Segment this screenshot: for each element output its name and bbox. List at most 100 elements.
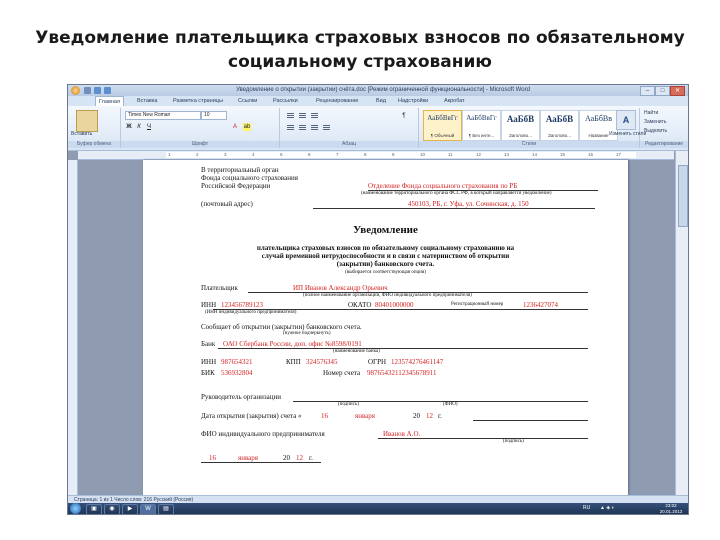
select-button[interactable]: Выделить [644,128,667,135]
ruler-tick: 10 [420,152,426,157]
style-no-spacing[interactable]: АаБбВвГг ¶ Без инте... [462,110,501,141]
ogrn-label: ОГРН [368,358,387,366]
numbering-icon[interactable] [298,112,307,120]
font-group: Times New Roman 10 Ж К Ч A ab Шрифт [121,108,280,148]
vertical-scrollbar[interactable] [675,151,688,495]
clipboard-group: Вставить Буфер обмена [68,108,121,148]
ruler-tick: 13 [504,152,510,157]
addr-value: Отделение Фонда социального страхования … [368,182,518,190]
style-normal[interactable]: АаБбВвГг ¶ Обычный [423,110,462,141]
sign-suffix: г. [309,454,313,462]
find-button[interactable]: Найти [644,110,658,117]
horizontal-ruler[interactable]: 1 2 3 4 5 6 7 8 9 10 11 12 13 14 15 16 1… [78,151,674,160]
ruler-text-area [166,152,636,158]
editing-group-label: Редактирование [640,141,688,148]
maximize-button[interactable]: □ [655,86,670,96]
tray-icons[interactable]: ▲ ◈ ◐ [600,503,615,514]
ruler-tick: 1 [168,152,171,157]
payer-label: Плательщик [201,284,238,292]
head-label: Руководитель организации [201,393,281,401]
start-button-icon[interactable] [70,503,81,514]
replace-button[interactable]: Заменить [644,119,666,126]
fio-label: ФИО индивидуального предпринимателя [201,430,325,438]
save-icon[interactable] [84,87,91,94]
paragraph-group-label: Абзац [280,141,418,148]
underline-button[interactable]: Ч [145,123,153,131]
payer-caption: (полное наименование организации, ФИО ин… [303,293,472,298]
account-value: 98765432112345678911 [367,369,437,377]
ruler-tick: 8 [364,152,367,157]
sign-month: января [238,454,259,462]
tab-addins[interactable]: Надстройки [398,96,428,106]
browser-icon[interactable]: ◉ [104,504,120,514]
ruler-tick: 5 [280,152,283,157]
tab-review[interactable]: Рецензирование [316,96,358,106]
postal-label: (почтовый адрес) [201,200,253,208]
change-styles-icon[interactable]: A [616,110,636,130]
explorer-icon[interactable]: ▣ [86,504,102,514]
undo-icon[interactable] [94,87,101,94]
addr-caption: (наименование территориального органа ФС… [361,191,552,196]
font-size-select[interactable]: 10 [201,111,227,120]
bullets-icon[interactable] [286,112,295,120]
sign-year: 12 [296,454,303,462]
keyboard-language[interactable]: RU [583,503,590,514]
style-heading-1[interactable]: АаБбВ Заголово... [501,110,540,141]
word-taskbar-icon[interactable]: W [140,504,156,514]
align-right-icon[interactable] [310,124,319,132]
style-name: ¶ Без инте... [468,133,495,138]
ruler-tick: 9 [392,152,395,157]
ruler-tick: 6 [308,152,311,157]
slide-title: Уведомление плательщика страховых взносо… [20,26,700,74]
italic-button[interactable]: К [135,123,143,131]
style-preview: АаБбВ [545,114,574,124]
multilevel-list-icon[interactable] [310,112,319,120]
inn-label: ИНН [201,301,217,309]
date-year-prefix: 20 [413,412,420,420]
office-button-icon[interactable] [71,86,80,95]
ruler-tick: 4 [252,152,255,157]
font-group-label: Шрифт [121,141,279,148]
bank-caption: (наименование банка) [333,349,380,354]
slide-title-line-2: социальному страхованию [228,52,492,72]
date-label: Дата открытия (закрытия) счета « [201,412,302,420]
tab-page-layout[interactable]: Разметка страницы [173,96,223,106]
date-month: января [355,412,376,420]
document-page[interactable]: В территориальный орган Фонда социальног… [143,160,628,495]
styles-group-label: Стили [419,141,639,148]
tab-references[interactable]: Ссылки [238,96,257,106]
tab-insert[interactable]: Вставка [137,96,157,106]
align-center-icon[interactable] [298,124,307,132]
head-caption-sign: (подпись) [338,402,359,407]
fio-value: Иванов А.О. [383,430,421,438]
kpp-value: 324576345 [306,358,338,366]
paste-icon[interactable] [76,110,98,132]
heading-line-3: (закрытии) банковского счета. [336,260,435,268]
paste-button-label[interactable]: Вставить [71,131,92,138]
tab-home[interactable]: Главная [95,96,124,106]
account-label: Номер счета [323,369,361,377]
highlight-icon[interactable]: ab [243,123,251,131]
pilcrow-icon[interactable]: ¶ [400,112,408,120]
style-heading-2[interactable]: АаБбВ Заголово... [540,110,579,141]
bold-button[interactable]: Ж [125,123,133,131]
sign-day: 16 [209,454,216,462]
tab-view[interactable]: Вид [376,96,386,106]
media-player-icon[interactable]: ▶ [122,504,138,514]
tab-acrobat[interactable]: Акробат [444,96,465,106]
justify-icon[interactable] [322,124,331,132]
scrollbar-thumb[interactable] [678,165,688,227]
ogrn-value: 123574276461147 [391,358,444,366]
redo-icon[interactable] [104,87,111,94]
vertical-ruler[interactable] [68,160,78,495]
folder-icon[interactable]: ▤ [158,504,174,514]
font-color-icon[interactable]: A [231,123,239,131]
close-button[interactable]: ✕ [670,86,685,96]
align-left-icon[interactable] [286,124,295,132]
font-name-select[interactable]: Times New Roman [125,111,201,120]
clock[interactable]: 23:02 20.01.2013 [658,503,684,514]
minimize-button[interactable]: – [640,86,655,96]
date-suffix: г. [438,412,442,420]
tab-mailings[interactable]: Рассылки [273,96,298,106]
fio-caption: (подпись) [503,439,524,444]
